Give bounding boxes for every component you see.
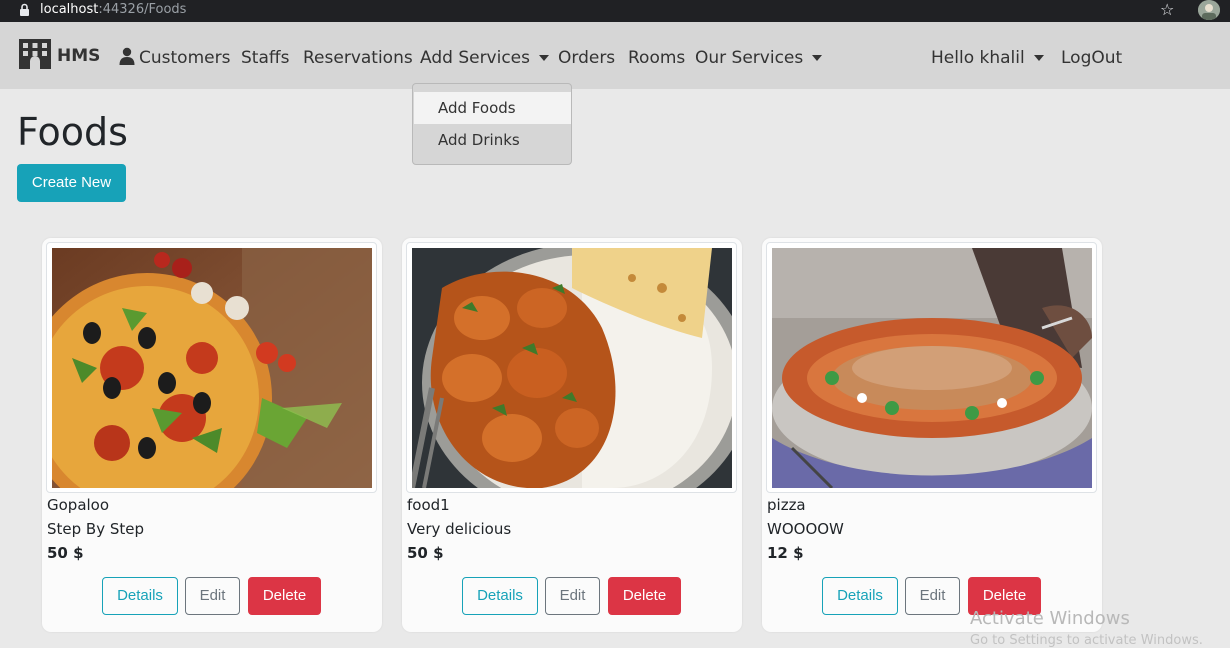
dropdown-item-add-foods[interactable]: Add Foods	[414, 92, 571, 124]
nav-reservations[interactable]: Reservations	[303, 44, 413, 72]
nav-staffs[interactable]: Staffs	[241, 44, 289, 72]
chicken-curry-rice-photo	[412, 248, 732, 488]
bookmark-star-icon[interactable]: ☆	[1160, 0, 1174, 20]
details-button[interactable]: Details	[462, 577, 538, 615]
user-greeting: Hello khalil	[931, 48, 1025, 68]
activate-windows-hint: Go to Settings to activate Windows.	[970, 633, 1203, 648]
chevron-down-icon	[539, 55, 550, 61]
lock-icon	[20, 3, 29, 16]
brand-link[interactable]: HMS	[17, 38, 101, 72]
food-card: Gopaloo Step By Step 50 $ Details Edit D…	[42, 238, 382, 632]
food-image-frame	[406, 242, 737, 493]
food-image-frame	[766, 242, 1097, 493]
nav-add-services-toggle[interactable]: Add Services	[420, 44, 550, 72]
food-price: 12 $	[767, 544, 804, 562]
profile-avatar-icon[interactable]	[1198, 0, 1220, 20]
edit-button[interactable]: Edit	[185, 577, 240, 615]
main-navbar: HMS Customers Staffs Reservations Add Se…	[0, 22, 1230, 89]
address-bar[interactable]: localhost:44326/Foods	[6, 0, 1188, 20]
logout-link[interactable]: LogOut	[1061, 44, 1122, 72]
nav-our-services-toggle[interactable]: Our Services	[695, 44, 823, 72]
create-new-button[interactable]: Create New	[17, 164, 126, 202]
url-path: :44326/Foods	[98, 2, 187, 17]
dropdown-item-add-drinks[interactable]: Add Drinks	[414, 124, 571, 156]
food-name: Gopaloo	[47, 496, 110, 514]
food-description: WOOOOW	[767, 520, 844, 538]
edit-button[interactable]: Edit	[905, 577, 960, 615]
page-title: Foods	[17, 110, 128, 154]
url-host: localhost	[40, 2, 99, 17]
food-description: Step By Step	[47, 520, 145, 538]
delete-button[interactable]: Delete	[608, 577, 681, 615]
nav-our-services-label: Our Services	[695, 48, 804, 68]
brand-name: HMS	[57, 46, 101, 66]
nav-customers-label: Customers	[139, 48, 231, 68]
details-button[interactable]: Details	[822, 577, 898, 615]
nav-customers[interactable]: Customers	[119, 44, 230, 72]
activate-windows-watermark: Activate Windows	[970, 608, 1130, 629]
nav-rooms[interactable]: Rooms	[628, 44, 685, 72]
edit-button[interactable]: Edit	[545, 577, 600, 615]
user-menu-toggle[interactable]: Hello khalil	[931, 44, 1044, 72]
food-name: pizza	[767, 496, 806, 514]
add-services-dropdown-menu: Add Foods Add Drinks	[412, 83, 572, 165]
user-greeting-text: Hello khalil	[931, 48, 1025, 68]
details-button[interactable]: Details	[102, 577, 178, 615]
food-name: food1	[407, 496, 450, 514]
food-image-frame	[46, 242, 377, 493]
food-card: food1 Very delicious 50 $ Details Edit D…	[402, 238, 742, 632]
chevron-down-icon	[812, 55, 823, 61]
browser-toolbar: localhost:44326/Foods ☆	[0, 0, 1230, 22]
food-price: 50 $	[47, 544, 84, 562]
food-card: pizza WOOOOW 12 $ Details Edit Delete	[762, 238, 1102, 632]
nav-add-services-label: Add Services	[420, 48, 531, 68]
user-icon	[119, 47, 135, 65]
hotel-building-icon	[19, 39, 51, 69]
food-description: Very delicious	[407, 520, 512, 538]
pizza-photo	[52, 248, 372, 488]
nav-orders[interactable]: Orders	[558, 44, 615, 72]
food-price: 50 $	[407, 544, 444, 562]
delete-button[interactable]: Delete	[248, 577, 321, 615]
street-food-pan-photo	[772, 248, 1092, 488]
chevron-down-icon	[1033, 55, 1044, 61]
